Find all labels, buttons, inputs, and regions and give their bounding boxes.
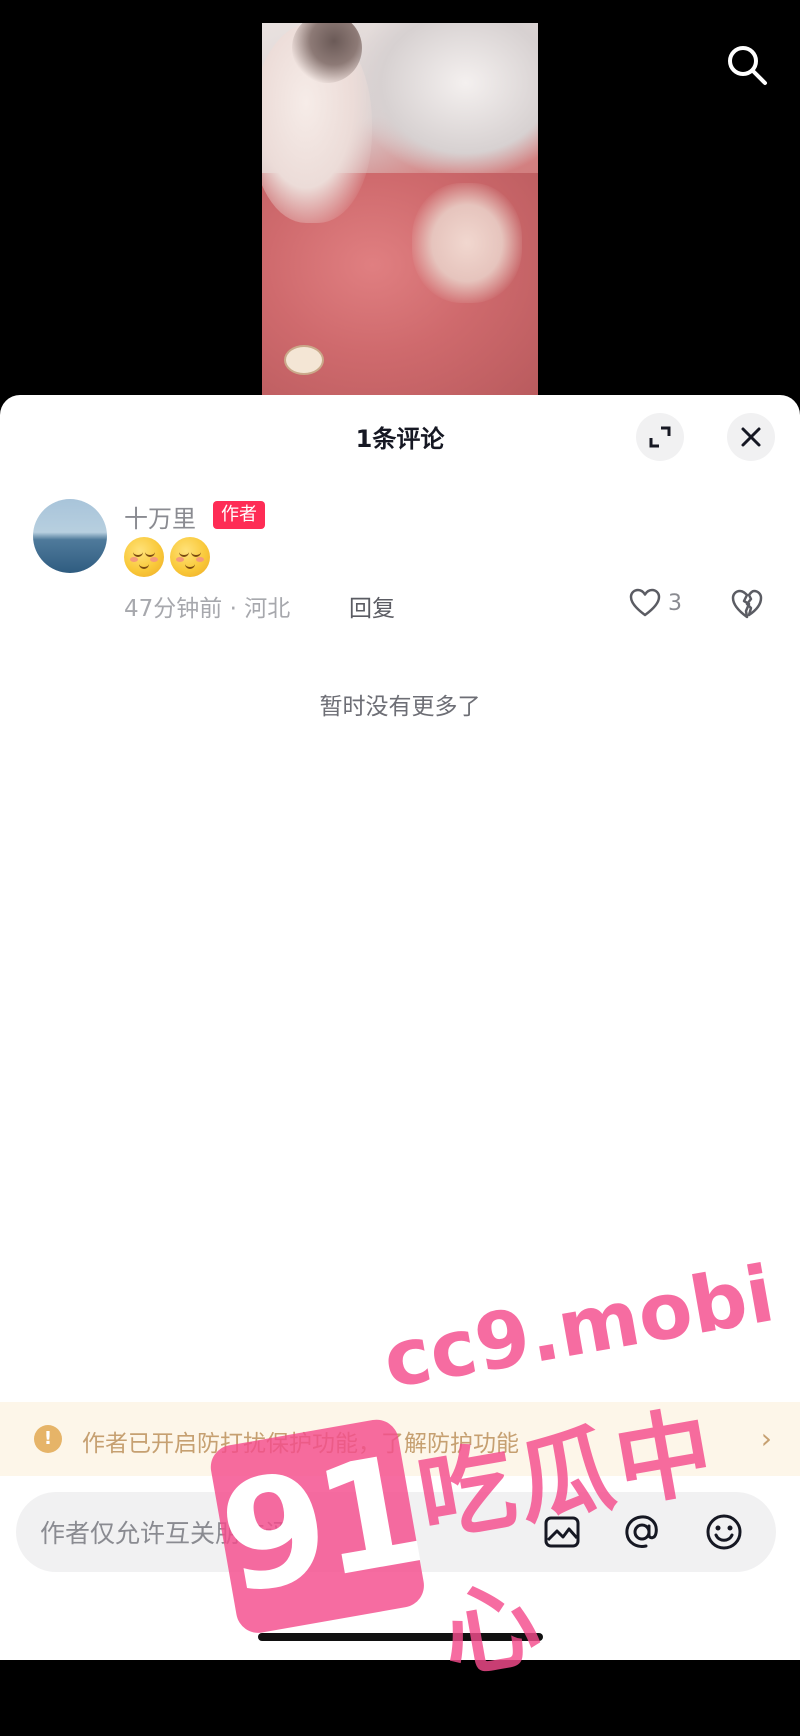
home-indicator — [258, 1633, 543, 1641]
video-pillow-region — [357, 23, 538, 173]
end-of-list-text: 暂时没有更多了 — [319, 694, 481, 720]
comment-username[interactable]: 十万里 — [124, 499, 196, 534]
like-button[interactable]: 3 — [628, 587, 682, 619]
relieved-face-icon — [124, 537, 164, 577]
comment-item[interactable]: 十万里 作者 47分钟前 · 河北 回复 3 — [0, 495, 800, 625]
at-mention-icon[interactable] — [622, 1512, 662, 1552]
avatar[interactable] — [33, 499, 107, 573]
image-icon[interactable] — [542, 1512, 582, 1552]
notice-message: 作者已开启防打扰保护功能， — [82, 1431, 381, 1457]
like-count: 3 — [668, 590, 682, 616]
comment-input-bar[interactable] — [16, 1492, 776, 1574]
sheet-header: 1条评论 — [0, 395, 800, 475]
heart-icon — [629, 588, 661, 617]
video-pin-badge — [284, 345, 324, 375]
relieved-face-icon — [170, 537, 210, 577]
expand-button[interactable] — [636, 413, 684, 461]
notice-text: 作者已开启防打扰保护功能，了解防护功能 — [82, 1424, 519, 1458]
notice-link[interactable]: 了解防护功能 — [381, 1431, 519, 1457]
video-hand-region — [412, 183, 522, 303]
author-badge: 作者 — [213, 501, 265, 529]
exclamation-icon: ! — [34, 1425, 62, 1453]
expand-icon — [649, 426, 671, 448]
comment-input[interactable] — [38, 1492, 542, 1574]
search-icon[interactable] — [724, 42, 770, 88]
video-area[interactable] — [0, 0, 800, 400]
video-preview[interactable] — [262, 23, 538, 400]
reply-button[interactable]: 回复 — [349, 589, 395, 623]
chevron-right-icon[interactable]: › — [761, 1422, 772, 1455]
broken-heart-icon — [731, 589, 763, 619]
dislike-button[interactable] — [730, 587, 764, 621]
comment-text — [124, 537, 210, 577]
comment-time-location: 47分钟前 · 河北 — [124, 596, 291, 622]
protection-notice[interactable]: ! 作者已开启防打扰保护功能，了解防护功能 › — [0, 1402, 800, 1476]
close-button[interactable] — [727, 413, 775, 461]
emoji-icon[interactable] — [704, 1512, 744, 1552]
close-icon — [741, 427, 761, 447]
